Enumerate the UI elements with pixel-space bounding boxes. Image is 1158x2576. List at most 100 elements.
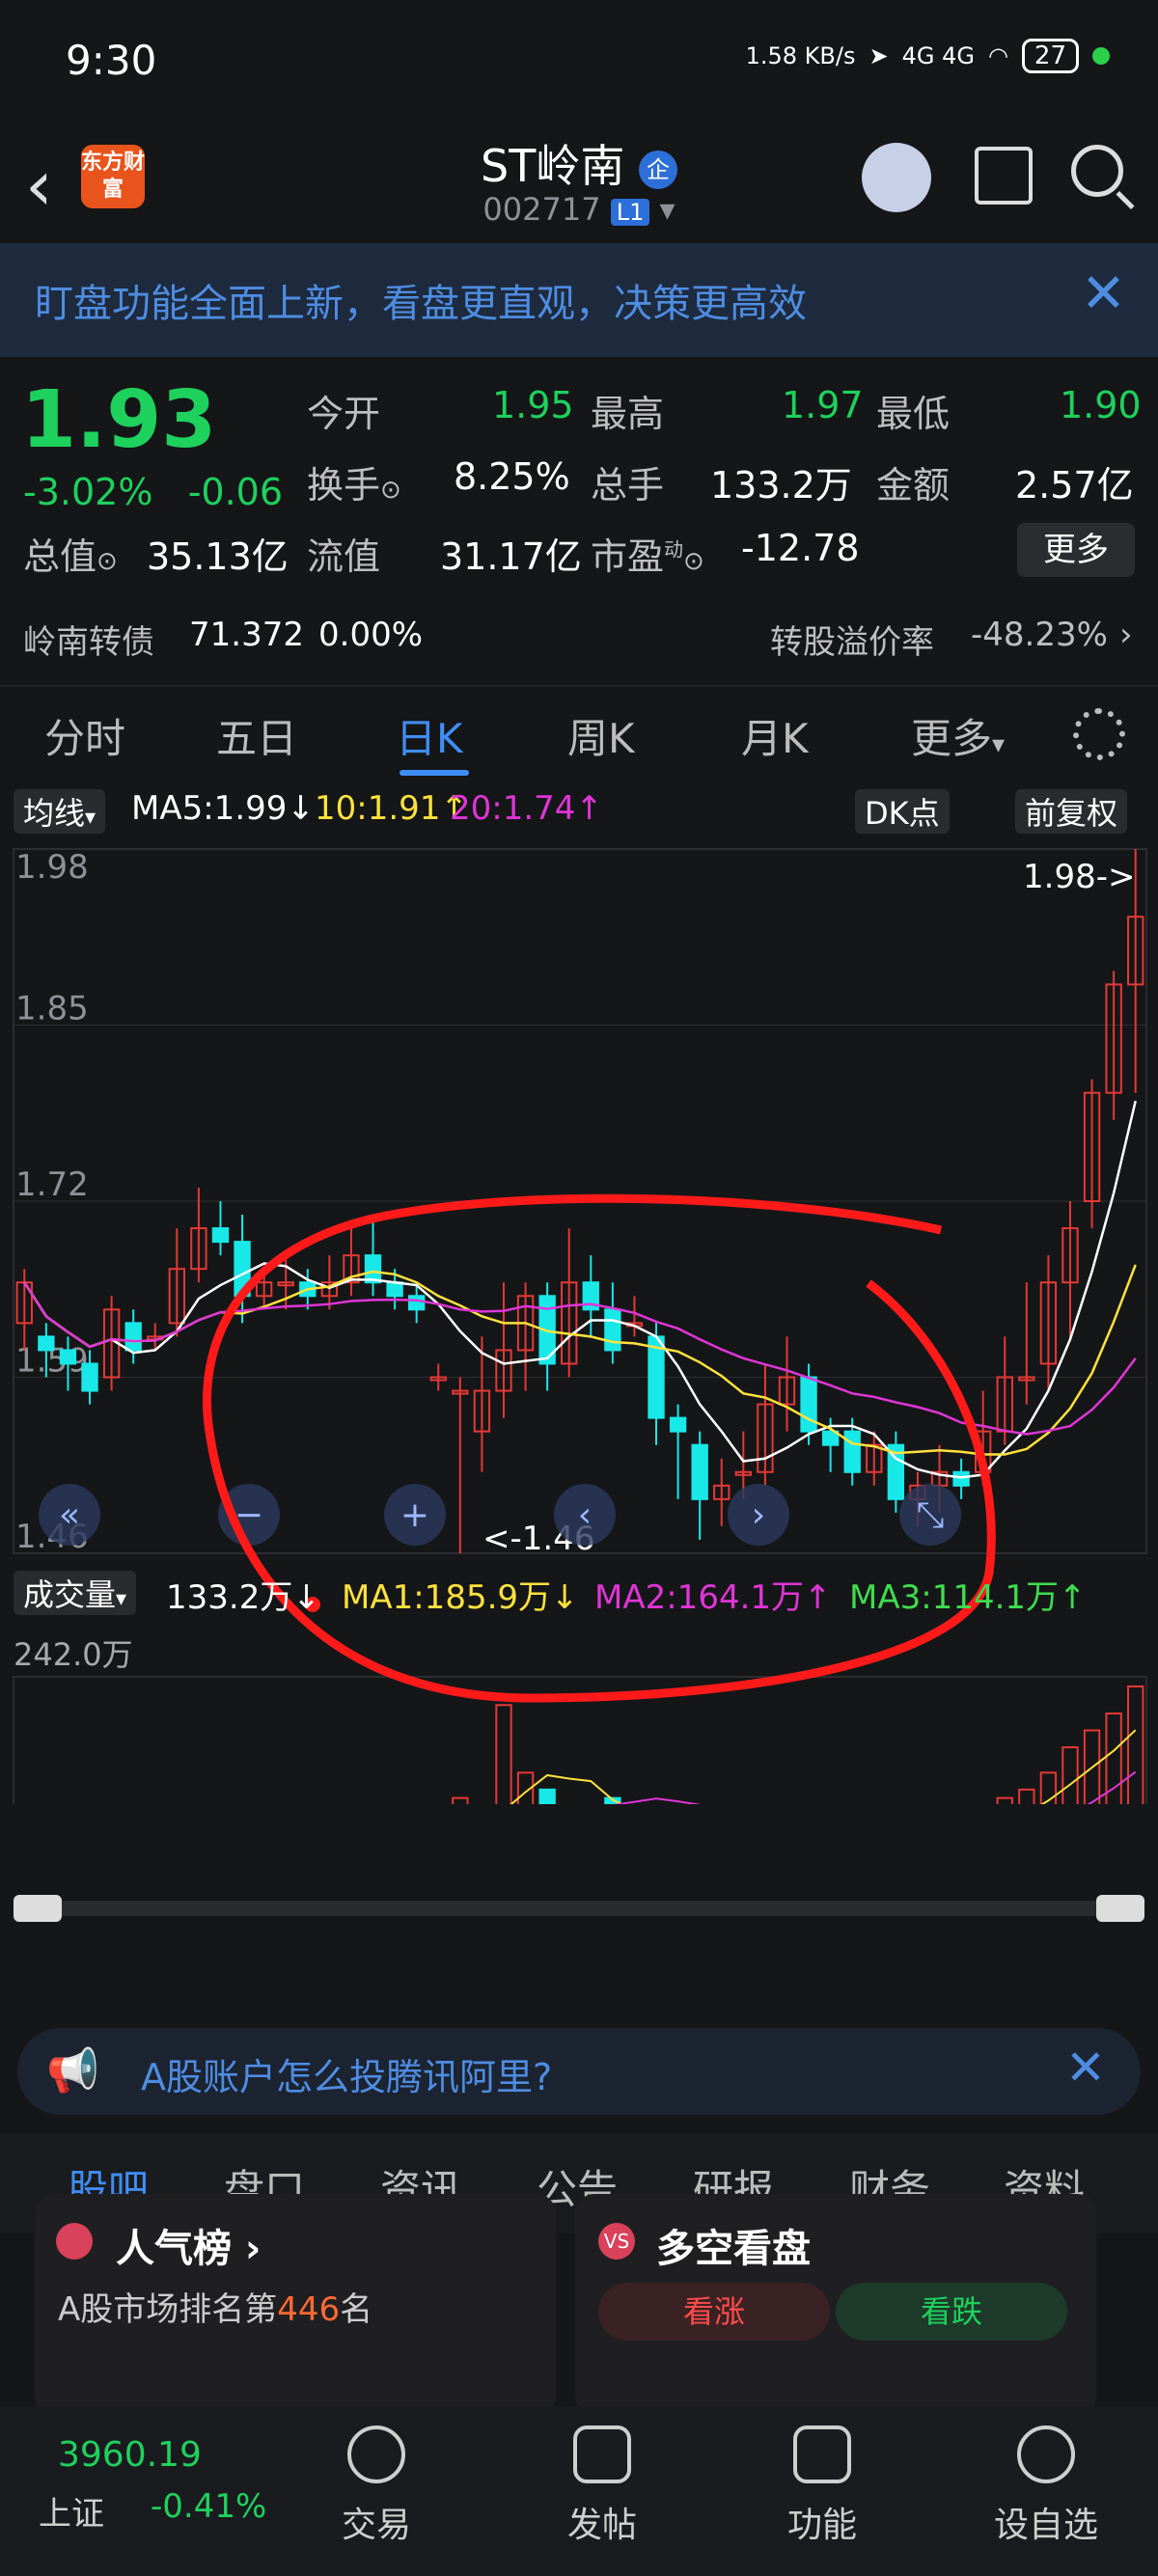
- kline-svg[interactable]: 1.981.851.721.591.461.98-><-1.46«−+‹›⤡20…: [0, 839, 1158, 1804]
- wifi-icon: ◠: [987, 42, 1008, 69]
- y-tick-label: 1.98: [15, 848, 89, 887]
- adjust-button[interactable]: 前复权: [1015, 789, 1128, 834]
- volume-selector[interactable]: 成交量▾: [14, 1571, 137, 1615]
- stock-code: 002717: [482, 191, 601, 228]
- chart-control-icon: +: [400, 1495, 429, 1535]
- nav-post[interactable]: 发帖: [535, 2497, 670, 2547]
- candle-body: [691, 1443, 708, 1500]
- bond-change: 0.00%: [318, 616, 424, 654]
- bearish-button[interactable]: 看跌: [836, 2283, 1067, 2341]
- pe-label: 市盈动⊙: [591, 535, 704, 578]
- tab-daily-k[interactable]: 日K: [396, 706, 463, 765]
- scroll-handle-left[interactable]: [14, 1895, 62, 1922]
- candle-body: [364, 1254, 382, 1284]
- battery-icon: 27: [1021, 39, 1079, 73]
- tab-more[interactable]: 更多▾: [911, 706, 1005, 765]
- change-value: -0.06: [187, 471, 284, 513]
- ma5-label: MA5:1.99↓: [131, 789, 315, 828]
- volume-bar: [452, 1796, 469, 1804]
- volume-ma-line: [510, 1729, 1137, 1804]
- popularity-card[interactable]: 人气榜 › A股市场排名第446名: [35, 2194, 556, 2416]
- open-label: 今开: [307, 393, 381, 435]
- rank-text: A股市场排名第446名: [58, 2290, 373, 2329]
- candle-body: [81, 1362, 98, 1392]
- candle-body: [211, 1227, 230, 1244]
- chart-control-icon: ⤡: [917, 1495, 945, 1535]
- nav-functions[interactable]: 功能: [755, 2497, 890, 2547]
- nav-add-watch[interactable]: 设自选: [979, 2497, 1114, 2547]
- chart-control-icon: «: [59, 1495, 80, 1535]
- status-bar: 9:30 1.58 KB/s ➤ 4G 4G ◠ 27: [0, 0, 1158, 125]
- chart-control-icon: ›: [752, 1495, 765, 1535]
- more-button[interactable]: 更多: [1017, 523, 1135, 577]
- stock-name: ST岭南: [481, 140, 625, 192]
- bond-name[interactable]: 岭南转债: [23, 616, 154, 663]
- mcap-label: 总值⊙: [23, 535, 118, 578]
- y-tick-label: 1.85: [15, 990, 89, 1028]
- more-icon: [1017, 2425, 1075, 2483]
- feature-banner[interactable]: 盯盘功能全面上新，看盘更直观，决策更高效 ✕: [0, 243, 1158, 357]
- ma10-label: 10:1.91↑: [315, 789, 468, 828]
- candle-body: [124, 1322, 142, 1352]
- tab-five-day[interactable]: 五日: [216, 706, 297, 765]
- volume-label: 总手: [591, 464, 665, 507]
- high-label: 最高: [591, 393, 665, 435]
- banner-text: 盯盘功能全面上新，看盘更直观，决策更高效: [35, 282, 807, 326]
- candle-body: [604, 1308, 621, 1352]
- chart-scrollbar[interactable]: [14, 1895, 1144, 1922]
- low-value: 1.90: [1060, 384, 1142, 426]
- search-icon[interactable]: [1071, 145, 1123, 197]
- grid-icon: [793, 2425, 851, 2483]
- candle-body: [386, 1281, 403, 1298]
- index-name: 上证: [39, 2495, 104, 2534]
- share-icon[interactable]: [975, 147, 1033, 205]
- close-icon[interactable]: ✕: [1081, 262, 1126, 325]
- net-speed: 1.58 KB/s: [745, 42, 856, 69]
- candle-body: [669, 1416, 687, 1433]
- volume-value-label: 133.2万↓: [166, 1578, 320, 1617]
- dk-point-button[interactable]: DK点: [855, 789, 950, 834]
- candle-body: [38, 1335, 55, 1352]
- candle-body: [59, 1349, 77, 1365]
- volume-bar: [996, 1796, 1013, 1804]
- scroll-handle-right[interactable]: [1096, 1895, 1144, 1922]
- level-badge: L1: [610, 199, 650, 226]
- max-price-marker: 1.98->: [1023, 858, 1135, 896]
- tab-monthly-k[interactable]: 月K: [741, 706, 809, 765]
- ad-bar[interactable]: 📢 A股账户怎么投腾讯阿里? ✕: [17, 2028, 1141, 2115]
- volume-bar: [495, 1704, 512, 1804]
- candle-body: [407, 1295, 426, 1311]
- candle-body: [843, 1430, 861, 1473]
- open-value: 1.95: [492, 384, 574, 426]
- nav-trade[interactable]: 交易: [309, 2497, 444, 2547]
- long-short-card[interactable]: VS 多空看盘 看涨 看跌: [575, 2194, 1096, 2416]
- assistant-robot-icon[interactable]: [862, 143, 931, 212]
- candle-body: [952, 1470, 970, 1487]
- change-pct: -3.02%: [23, 471, 153, 513]
- volume-bar: [538, 1788, 556, 1804]
- card-title: 人气榜 ›: [116, 2227, 262, 2271]
- ad-text: A股账户怎么投腾讯阿里?: [141, 2056, 553, 2098]
- amount-value: 2.57亿: [1015, 464, 1134, 507]
- pe-value: -12.78: [741, 527, 860, 569]
- chevron-down-icon: ▾: [659, 191, 676, 228]
- ma-selector[interactable]: 均线▾: [14, 789, 106, 834]
- kline-chart-panel: 均线▾ MA5:1.99↓ 10:1.91↑ 20:1.74↑ DK点 前复权 …: [0, 781, 1158, 1987]
- card-title: 多空看盘: [656, 2227, 811, 2271]
- tab-intraday[interactable]: 分时: [44, 706, 125, 765]
- tab-weekly-k[interactable]: 周K: [567, 706, 635, 765]
- volume-ma-line: [613, 1770, 1137, 1804]
- close-icon[interactable]: ✕: [1065, 2040, 1106, 2096]
- vma1-label: MA1:185.9万↓: [342, 1578, 579, 1617]
- low-label: 最低: [876, 393, 951, 435]
- chevron-right-icon[interactable]: ›: [1119, 616, 1133, 654]
- index-change: -0.41%: [151, 2487, 267, 2526]
- index-value[interactable]: 3960.19: [58, 2435, 202, 2475]
- candle-body: [800, 1376, 817, 1433]
- megaphone-icon: 📢: [46, 2046, 99, 2096]
- vma2-label: MA2:164.1万↑: [594, 1578, 832, 1617]
- vma3-label: MA3:114.1万↑: [849, 1578, 1087, 1617]
- bullish-button[interactable]: 看涨: [598, 2283, 830, 2341]
- location-icon: ➤: [868, 42, 889, 69]
- gear-icon[interactable]: [1073, 708, 1125, 760]
